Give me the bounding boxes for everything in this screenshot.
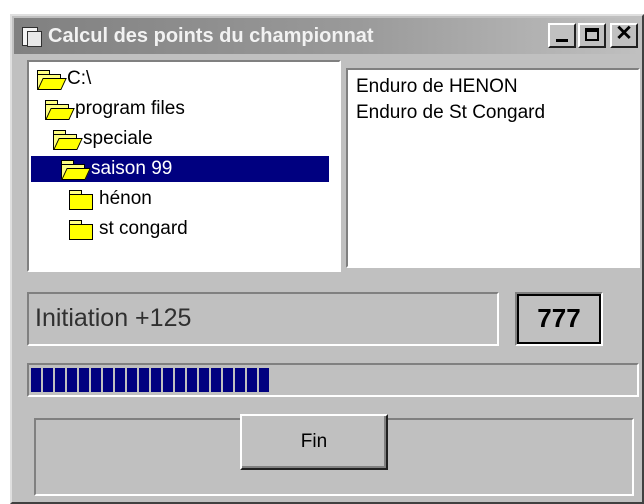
progress-block [127,368,137,392]
progress-block [91,368,101,392]
app-document-icon[interactable] [20,26,42,47]
points-counter: 777 [515,292,603,346]
minimize-icon [556,39,568,42]
progress-block [43,368,53,392]
progress-block [175,368,185,392]
tree-item-label: C:\ [67,68,92,89]
folder-icon [67,188,97,210]
close-icon: ✕ [615,22,633,45]
progress-block [211,368,221,392]
tree-item-program-files[interactable]: program files [43,96,185,122]
tree-item-root[interactable]: C:\ [35,66,91,92]
progress-block [151,368,161,392]
window-title: Calcul des points du championnat [48,24,374,47]
title-bar[interactable]: Calcul des points du championnat ✕ [14,18,640,54]
progress-block [163,368,173,392]
progress-block [187,368,197,392]
progress-block [103,368,113,392]
list-item[interactable]: Enduro de St Congard [356,102,545,124]
progress-block [247,368,257,392]
tree-item-label: saison 99 [91,158,173,179]
progress-block [223,368,233,392]
points-value: 777 [537,303,581,333]
directory-tree[interactable]: C:\ program files speciale saison 99 hén… [27,60,341,272]
folder-icon [67,218,97,240]
file-list[interactable]: Enduro de HENON Enduro de St Congard [346,68,640,268]
close-button[interactable]: ✕ [610,23,638,48]
maximize-button[interactable] [578,23,606,48]
caption-buttons: ✕ [546,23,638,48]
status-panel: Initiation +125 [27,292,499,346]
progress-fill [31,368,271,392]
progress-block [55,368,65,392]
status-text: Initiation +125 [35,304,192,332]
progress-block [235,368,245,392]
tree-item-saison-99[interactable]: saison 99 [31,156,329,182]
open-folder-icon [59,158,91,180]
progress-block [259,368,269,392]
tree-item-label: speciale [83,128,153,149]
tree-item-label: program files [75,98,185,119]
tree-item-label: hénon [99,188,152,209]
tree-item-label: st congard [99,218,188,239]
progress-block [115,368,125,392]
progress-block [79,368,89,392]
progress-bar [27,363,639,397]
open-folder-icon [35,68,67,90]
main-window: Calcul des points du championnat ✕ C:\ p… [10,14,644,504]
minimize-button[interactable] [548,23,576,48]
fin-button[interactable]: Fin [240,414,388,470]
progress-block [67,368,77,392]
progress-block [139,368,149,392]
progress-block [31,368,41,392]
tree-item-henon[interactable]: hénon [67,186,152,212]
progress-block [199,368,209,392]
maximize-icon [585,28,599,41]
tree-item-speciale[interactable]: speciale [51,126,153,152]
open-folder-icon [43,98,75,120]
open-folder-icon [51,128,83,150]
list-item[interactable]: Enduro de HENON [356,76,518,98]
tree-item-st-congard[interactable]: st congard [67,216,188,242]
